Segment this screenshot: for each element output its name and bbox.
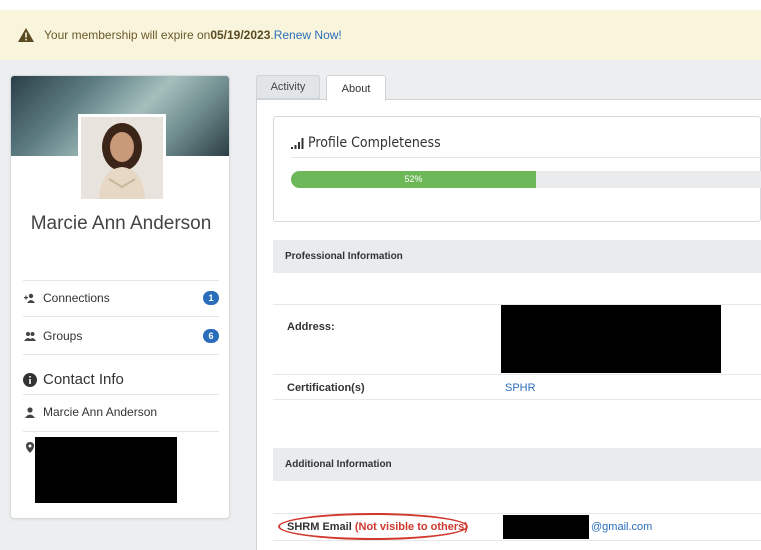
membership-alert: Your membership will expire on 05/19/202…: [0, 10, 761, 60]
groups-label: Groups: [43, 329, 83, 343]
divider: [23, 431, 219, 432]
contact-info-heading: Contact Info: [23, 371, 124, 388]
redacted-address: [35, 437, 177, 503]
groups-link[interactable]: Groups 6: [23, 329, 219, 343]
address-row: Address:: [273, 304, 761, 376]
signal-bars-icon: [291, 138, 304, 149]
connections-label: Connections: [43, 291, 110, 305]
tab-activity[interactable]: Activity: [256, 75, 320, 99]
warning-icon: [18, 28, 34, 42]
divider: [23, 354, 219, 355]
certification-label: Certification(s): [287, 382, 365, 394]
contact-name: Marcie Ann Anderson: [43, 405, 158, 419]
contact-name-row: Marcie Ann Anderson: [23, 405, 219, 419]
address-label: Address:: [287, 321, 335, 333]
avatar: [78, 114, 166, 202]
redacted-address-value: [501, 305, 721, 373]
divider: [23, 280, 219, 281]
profile-completeness-card: Profile Completeness 52%: [273, 116, 761, 222]
redacted-email-user: [503, 515, 589, 539]
certification-value[interactable]: SPHR: [505, 382, 536, 394]
divider: [23, 316, 219, 317]
tab-about[interactable]: About: [326, 75, 386, 101]
profile-name: Marcie Ann Anderson: [30, 213, 212, 234]
profile-completeness-title: Profile Completeness: [291, 135, 441, 151]
completeness-progress-bar: 52%: [291, 171, 761, 188]
connections-count-badge: 1: [203, 291, 219, 305]
user-icon: [23, 406, 37, 418]
additional-info-header: Additional Information: [273, 448, 761, 481]
shrm-email-domain[interactable]: @gmail.com: [591, 521, 652, 533]
divider: [291, 157, 761, 158]
highlight-annotation-oval: [278, 513, 468, 540]
profile-card: Marcie Ann Anderson Connections 1 Groups…: [10, 75, 230, 519]
connections-link[interactable]: Connections 1: [23, 291, 219, 305]
users-icon: [23, 331, 37, 341]
info-icon: [23, 372, 37, 387]
certification-row: Certification(s) SPHR: [273, 374, 761, 400]
renew-now-link[interactable]: Renew Now!: [274, 28, 342, 42]
divider: [23, 394, 219, 395]
expiry-date: 05/19/2023: [210, 28, 271, 42]
completeness-progress-fill: 52%: [291, 171, 536, 188]
add-user-icon: [23, 293, 37, 303]
professional-info-header: Professional Information: [273, 240, 761, 273]
groups-count-badge: 6: [203, 329, 219, 343]
alert-text: Your membership will expire on: [44, 28, 211, 42]
